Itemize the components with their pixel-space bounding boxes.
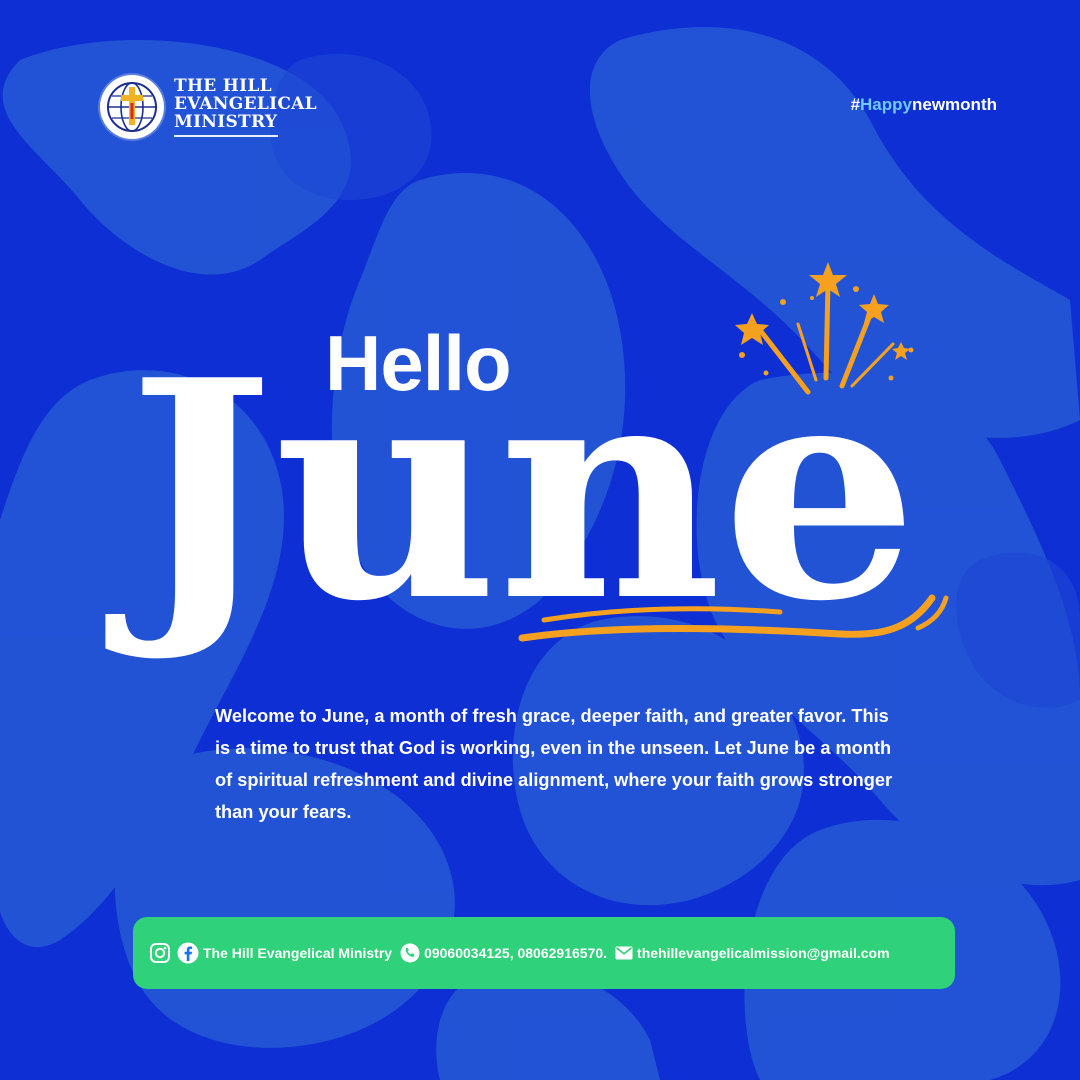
hashtag-rest: newmonth: [912, 95, 997, 114]
welcome-message: Welcome to June, a month of fresh grace,…: [215, 706, 893, 822]
social-handle: The Hill Evangelical Ministry: [203, 945, 393, 961]
phone-icon: [400, 943, 420, 963]
headline-hello: Hello: [325, 319, 512, 407]
email-address[interactable]: thehillevangelicalmission@gmail.com: [637, 945, 890, 961]
mail-icon: [615, 946, 633, 960]
ministry-name-line-1: THE HILL: [174, 76, 272, 96]
globe-cross-icon: [100, 75, 164, 139]
facebook-icon[interactable]: [177, 942, 199, 964]
ministry-name-line-3: MINISTRY: [174, 112, 278, 132]
ministry-logo: THE HILL EVANGELICAL MINISTRY: [100, 75, 317, 139]
month-greeting-poster: THE HILL EVANGELICAL MINISTRY #Happynewm…: [0, 0, 1080, 1080]
hashtag-prefix: #: [850, 95, 861, 114]
contact-bar: The Hill Evangelical Ministry 0906003412…: [133, 917, 955, 989]
logo-underline: [174, 135, 278, 137]
phone-numbers: 09060034125, 08062916570.: [424, 945, 608, 961]
ministry-name-line-2: EVANGELICAL: [174, 94, 317, 114]
hashtag: #Happynewmonth: [851, 95, 997, 115]
instagram-icon[interactable]: [149, 942, 171, 964]
hashtag-accent: Happy: [860, 95, 912, 114]
ministry-name: THE HILL EVANGELICAL MINISTRY: [174, 77, 317, 137]
